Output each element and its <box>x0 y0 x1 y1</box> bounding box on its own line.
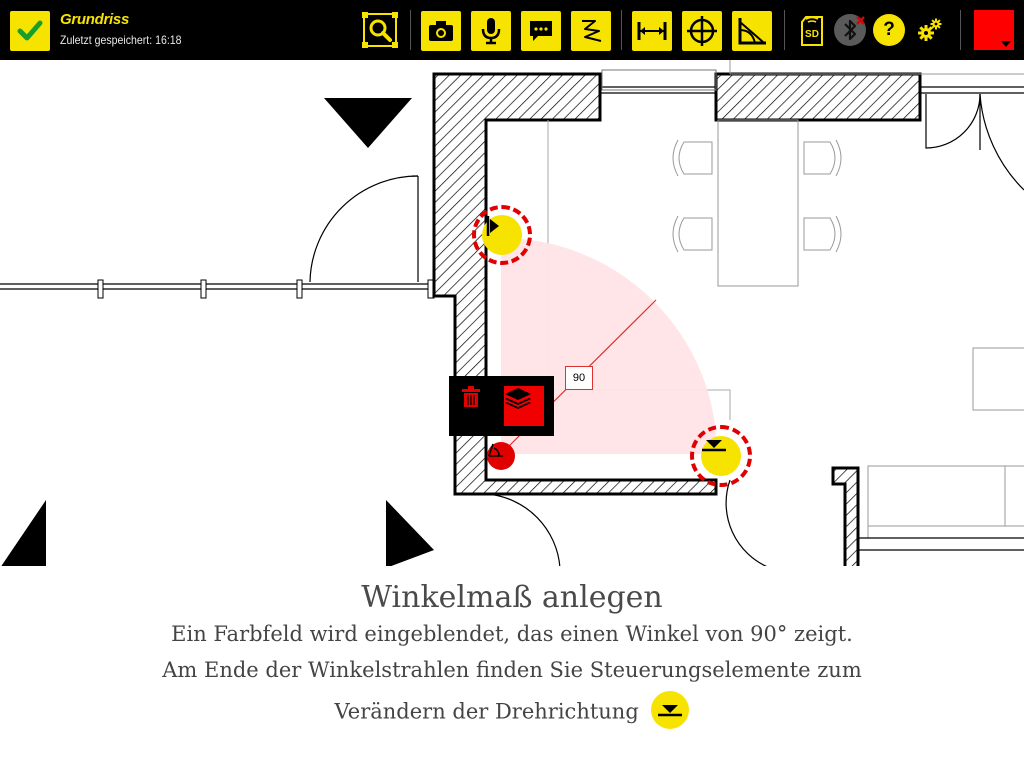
angle-measure-icon <box>738 18 766 45</box>
trash-icon <box>462 386 480 407</box>
tutorial-caption: Winkelmaß anlegen Ein Farbfeld wird eing… <box>0 566 1024 768</box>
chevron-down-icon <box>1001 41 1011 47</box>
microphone-icon <box>481 18 501 45</box>
document-title: Grundriss <box>60 11 129 28</box>
north-arrow <box>324 98 412 148</box>
angle-origin-handle[interactable] <box>487 442 515 470</box>
toolbar-separator <box>621 10 622 50</box>
crosshair-button[interactable] <box>682 11 722 51</box>
camera-icon <box>429 21 453 41</box>
help-icon: ? <box>883 19 895 40</box>
microphone-button[interactable] <box>471 11 511 51</box>
angle-measure-button[interactable] <box>732 11 772 51</box>
freehand-line-icon <box>582 20 602 42</box>
layers-icon <box>505 388 531 409</box>
checkmark-icon <box>17 20 43 41</box>
camera-button[interactable] <box>421 11 461 51</box>
caption-line-2: Am Ende der Winkelstrahlen finden Sie St… <box>162 658 862 682</box>
settings-icon <box>918 18 942 41</box>
top-toolbar: Grundriss Zuletzt gespeichert: 16:18 SD … <box>0 0 1024 60</box>
distance-measure-icon <box>637 22 667 40</box>
caption-line-3: Verändern der Drehrichtung <box>0 691 1024 732</box>
floorplan-canvas[interactable]: 90 <box>0 60 1024 568</box>
delete-button[interactable] <box>461 386 497 426</box>
help-button[interactable]: ? <box>873 14 905 46</box>
comment-icon <box>530 21 552 41</box>
confirm-button[interactable] <box>10 11 50 51</box>
settings-button[interactable] <box>915 15 945 45</box>
nav-arrow-right <box>386 500 434 568</box>
ray-end-handle[interactable] <box>701 436 741 476</box>
caption-line-3-text: Verändern der Drehrichtung <box>334 699 639 724</box>
zoom-fit-icon <box>362 12 398 48</box>
distance-measure-button[interactable] <box>632 11 672 51</box>
ray-start-handle[interactable] <box>482 215 522 255</box>
element-context-menu <box>449 376 554 436</box>
layers-button[interactable] <box>504 386 544 426</box>
sd-card-button[interactable]: SD <box>796 13 828 49</box>
bluetooth-disconnected-icon <box>844 16 865 41</box>
last-saved-label: Zuletzt gespeichert: 16:18 <box>60 33 182 47</box>
toolbar-separator <box>410 10 411 50</box>
toolbar-separator <box>784 10 785 50</box>
sd-card-label: SD <box>805 29 819 40</box>
toolbar-separator <box>960 10 961 50</box>
nav-arrow-left <box>0 500 46 568</box>
rotation-handle-icon <box>651 691 690 729</box>
zoom-fit-button[interactable] <box>360 10 400 50</box>
caption-title: Winkelmaß anlegen <box>361 580 663 615</box>
color-swatch[interactable] <box>974 10 1014 50</box>
floorplan-drawing <box>0 60 1024 568</box>
angle-origin-icon <box>488 443 503 457</box>
rotation-handle-icon <box>486 216 499 236</box>
angle-value-label: 90 <box>565 366 593 390</box>
bluetooth-button[interactable] <box>834 14 866 46</box>
crosshair-icon <box>687 16 717 46</box>
rotation-handle-icon <box>702 440 726 452</box>
caption-line-1: Ein Farbfeld wird eingeblendet, das eine… <box>171 622 853 646</box>
freehand-button[interactable] <box>571 11 611 51</box>
comment-button[interactable] <box>521 11 561 51</box>
